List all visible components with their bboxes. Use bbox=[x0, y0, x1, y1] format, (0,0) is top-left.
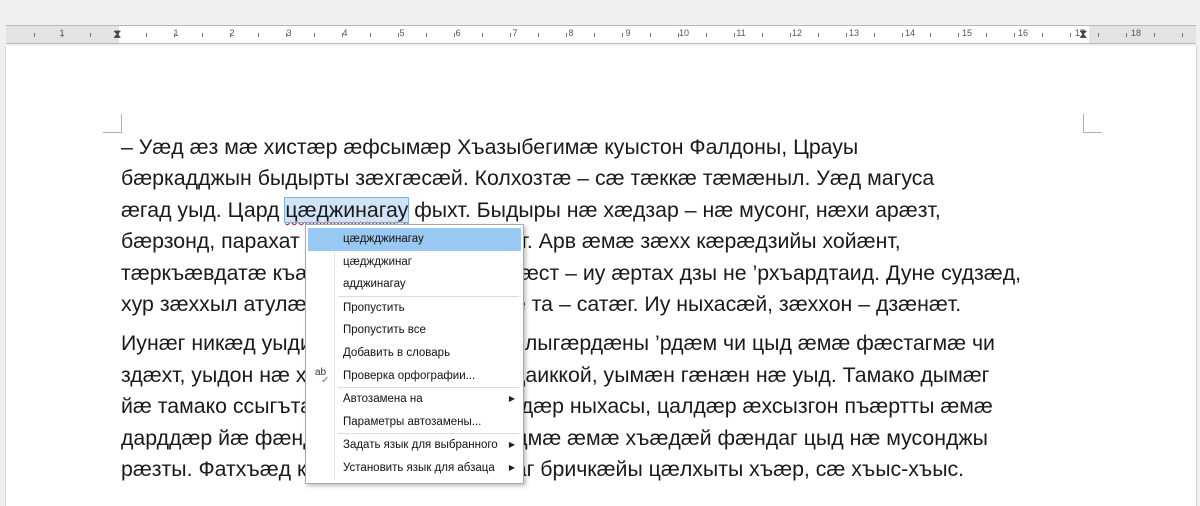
ruler-number: 14 bbox=[904, 28, 916, 38]
submenu-arrow-icon: ▶ bbox=[508, 394, 515, 404]
ruler-tick bbox=[1182, 33, 1183, 37]
document-page[interactable]: – Уæд æз мæ хистæр æфсымæр Хъазыбегимæ к… bbox=[5, 46, 1197, 506]
suggestion-item[interactable]: адджинагау bbox=[306, 273, 523, 296]
ruler-number: 10 bbox=[678, 28, 690, 38]
ruler-tick bbox=[594, 33, 595, 37]
left-indent-marker-icon[interactable]: ⧗ bbox=[113, 26, 121, 43]
ruler-tick bbox=[510, 33, 511, 37]
ruler-tick bbox=[314, 33, 315, 37]
spellcheck-context-menu: цæджджинагау цæджджинаг адджинагау Пропу… bbox=[305, 224, 524, 484]
ruler-tick bbox=[146, 33, 147, 37]
text-line: йæ тамако ссыгъта, æмæ тæрхон лæггадæр н… bbox=[121, 394, 993, 419]
ruler-tick bbox=[174, 33, 175, 37]
paragraph: – Уæд æз мæ хистæр æфсымæр Хъазыбегимæ к… bbox=[121, 132, 1081, 320]
spellcheck-icon: ab ✓ bbox=[315, 366, 330, 386]
ruler-number: 15 bbox=[961, 28, 973, 38]
suggestion-item[interactable]: цæджджинагау bbox=[308, 228, 521, 251]
ruler-tick bbox=[678, 33, 679, 37]
ruler-tick bbox=[202, 33, 203, 37]
ruler-number: 11 bbox=[736, 28, 746, 38]
text-line: дарддæр йæ фæндаг. Хæдзары бæстæдмæ æмæ … bbox=[121, 425, 988, 450]
ruler-tick bbox=[426, 33, 427, 37]
ruler-number: 7 bbox=[512, 28, 518, 38]
ruler-tick bbox=[1098, 33, 1099, 37]
ruler-number: 4 bbox=[342, 28, 348, 38]
ruler-tick bbox=[818, 33, 819, 37]
autocorrect-label: Автозамена на bbox=[343, 393, 423, 406]
ruler-tick bbox=[482, 33, 483, 37]
ruler-tick bbox=[930, 33, 931, 37]
ruler-tick bbox=[1042, 33, 1043, 37]
ruler-tick bbox=[342, 33, 343, 37]
ruler-tick bbox=[90, 33, 91, 37]
text-line: хур зæххыл атулæ, уæддæр нæ хъуамæ та – … bbox=[121, 291, 962, 316]
misspelled-word[interactable]: цæджинагау bbox=[284, 196, 410, 223]
set-language-selection-menu-item[interactable]: Задать язык для выбранного ▶ bbox=[306, 434, 523, 457]
ruler-tick bbox=[258, 33, 259, 37]
text-line: æгад уыд. Цард цæджинагау фыхт. Быдыры н… bbox=[121, 196, 941, 223]
ruler-tick bbox=[762, 33, 763, 37]
page-corner-mark bbox=[103, 114, 122, 133]
ruler-tick bbox=[902, 33, 903, 37]
ruler-right-margin bbox=[1089, 26, 1196, 43]
page-corner-mark bbox=[1083, 114, 1102, 133]
ruler-tick bbox=[370, 33, 371, 37]
ruler-number: 16 bbox=[1017, 28, 1029, 38]
ruler-bar[interactable]: 1123456789101112131415161718 ⧗ ⧗ bbox=[6, 25, 1196, 44]
suggestion-item[interactable]: цæджджинаг bbox=[306, 251, 523, 274]
set-language-paragraph-menu-item[interactable]: Установить язык для абзаца ▶ bbox=[306, 457, 523, 480]
document-text[interactable]: – Уæд æз мæ хистæр æфсымæр Хъазыбегимæ к… bbox=[121, 132, 1081, 493]
ruler-tick bbox=[1154, 33, 1155, 37]
autocorrect-options-menu-item[interactable]: Параметры автозамены... bbox=[306, 411, 523, 434]
ruler-tick bbox=[1070, 33, 1071, 37]
ruler-number: 9 bbox=[625, 28, 631, 38]
ruler-tick bbox=[874, 33, 875, 37]
ruler-tick bbox=[958, 33, 959, 37]
text-line: тæркъæвдатæ къæвдатæ æмæ æнæфсæст – иу æ… bbox=[121, 260, 1022, 285]
ruler-tick bbox=[62, 33, 63, 37]
ruler-tick bbox=[706, 33, 707, 37]
ruler-number: 3 bbox=[286, 28, 292, 38]
ruler-tick bbox=[1126, 33, 1127, 37]
ruler-tick bbox=[286, 33, 287, 37]
text-line: рæзты. Фатхъæд кæнæ тæрс суггæй дзаг бри… bbox=[121, 456, 965, 481]
ruler-tick bbox=[1014, 33, 1015, 37]
right-indent-marker-icon[interactable]: ⧗ bbox=[1079, 26, 1087, 43]
ruler-number: 12 bbox=[791, 28, 803, 38]
paragraph: Иунæг никæд уыди, мах сыгъдæг фæхæлыгæрд… bbox=[121, 328, 1081, 485]
set-language-paragraph-label: Установить язык для абзаца bbox=[343, 461, 495, 474]
ruler-tick bbox=[34, 33, 35, 37]
text-line: – Уæд æз мæ хистæр æфсымæр Хъазыбегимæ к… bbox=[121, 135, 859, 159]
ruler-tick bbox=[790, 33, 791, 37]
text-line: бæрзонд, парахат хæдзар. Фæлæ дзы ст. Ар… bbox=[121, 229, 901, 254]
ruler-number: 8 bbox=[568, 28, 574, 38]
text-line: бæркадджын быдырты зæхгæсæй. Колхозтæ – … bbox=[121, 166, 935, 191]
ruler-number: 18 bbox=[1130, 28, 1142, 38]
ruler-number: 5 bbox=[399, 28, 405, 38]
ruler-number: 13 bbox=[848, 28, 860, 38]
submenu-arrow-icon: ▶ bbox=[508, 462, 515, 472]
ruler-number: 6 bbox=[455, 28, 461, 38]
ruler-tick bbox=[566, 33, 567, 37]
ruler-tick bbox=[454, 33, 455, 37]
submenu-arrow-icon: ▶ bbox=[508, 440, 515, 450]
ruler-tick bbox=[538, 33, 539, 37]
ruler-tick bbox=[622, 33, 623, 37]
text-line: Иунæг никæд уыди, мах сыгъдæг фæхæлыгæрд… bbox=[121, 331, 995, 356]
ignore-all-menu-item[interactable]: Пропустить все bbox=[306, 319, 523, 342]
horizontal-ruler[interactable]: 1123456789101112131415161718 ⧗ ⧗ bbox=[0, 0, 1200, 46]
text-line: здæхт, уыдон нæ хæдзары бадтысты, адаикк… bbox=[121, 362, 990, 387]
spellcheck-menu-item[interactable]: ab ✓ Проверка орфографии... bbox=[306, 365, 523, 388]
ruler-tick bbox=[650, 33, 651, 37]
ruler-tick bbox=[398, 33, 399, 37]
ruler-tick bbox=[986, 33, 987, 37]
autocorrect-menu-item[interactable]: Автозамена на ▶ bbox=[306, 388, 523, 411]
ruler-tick bbox=[846, 33, 847, 37]
ruler-tick bbox=[230, 33, 231, 37]
ruler-tick bbox=[734, 33, 735, 37]
spellcheck-label: Проверка орфографии... bbox=[343, 369, 476, 382]
set-language-selection-label: Задать язык для выбранного bbox=[343, 439, 498, 452]
add-to-dictionary-menu-item[interactable]: Добавить в словарь bbox=[306, 342, 523, 365]
ignore-menu-item[interactable]: Пропустить bbox=[306, 297, 523, 320]
